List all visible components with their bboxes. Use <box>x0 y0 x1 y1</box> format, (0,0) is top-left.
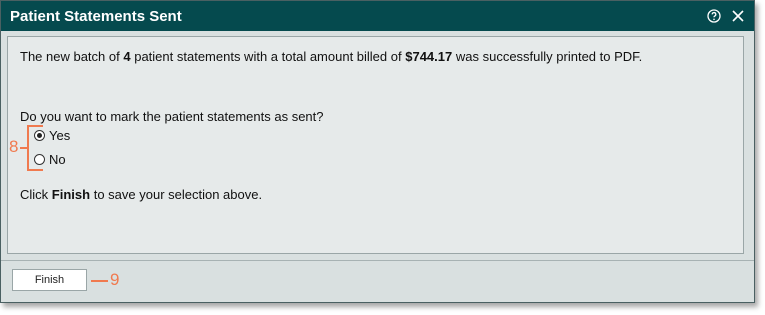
dialog-titlebar: Patient Statements Sent <box>1 1 754 31</box>
dialog-title: Patient Statements Sent <box>10 7 182 25</box>
mark-sent-question: Do you want to mark the patient statemen… <box>20 109 324 124</box>
footer-divider <box>1 260 754 261</box>
result-message: The new batch of 4 patient statements wi… <box>20 49 642 64</box>
instruction-bold: Finish <box>51 187 91 202</box>
instruction-prefix: Click <box>20 187 49 202</box>
message-text: patient statements with a total amount b… <box>134 49 402 64</box>
finish-button[interactable]: Finish <box>12 269 87 291</box>
callout-9-line <box>91 280 108 282</box>
instruction-suffix: to save your selection above. <box>93 187 263 202</box>
help-icon[interactable] <box>706 8 722 24</box>
patient-statements-sent-dialog: Patient Statements Sent The new batch of… <box>0 0 755 303</box>
message-text: The new batch of <box>20 49 120 64</box>
dialog-content: The new batch of 4 patient statements wi… <box>7 36 744 254</box>
callout-8-tick <box>20 147 27 149</box>
radio-label-yes: Yes <box>49 128 71 143</box>
callout-8-bracket <box>27 125 43 171</box>
callout-number-9: 9 <box>110 270 120 289</box>
message-text: was successfully printed to PDF. <box>455 49 643 64</box>
total-amount: $744.17 <box>405 49 453 64</box>
statement-count: 4 <box>123 49 131 64</box>
radio-label-no: No <box>49 152 66 167</box>
close-icon[interactable] <box>730 8 746 24</box>
instruction-text: Click Finish to save your selection abov… <box>20 187 262 202</box>
callout-number-8: 8 <box>9 137 19 156</box>
